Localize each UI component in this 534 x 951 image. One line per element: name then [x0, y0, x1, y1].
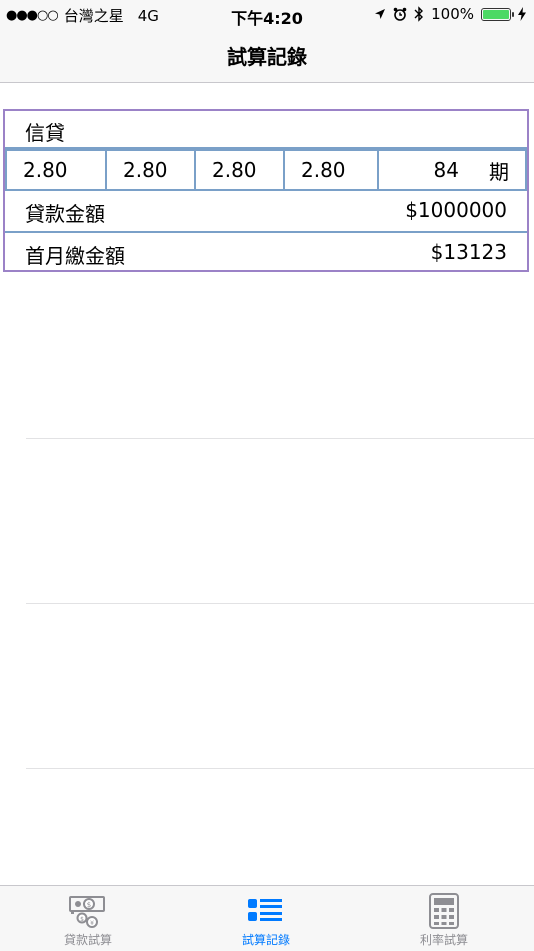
term-value: 84: [433, 158, 459, 182]
loan-amount-label: 貸款金額: [25, 202, 105, 226]
location-arrow-icon: [375, 9, 386, 19]
svg-text:$: $: [80, 916, 84, 923]
list-icon: [248, 899, 282, 921]
calculation-record-card[interactable]: 信貸 2.80 2.80 2.80 2.80 84 期 貸款金額 $100000…: [3, 109, 529, 272]
first-payment-label: 首月繳金額: [25, 244, 125, 268]
bluetooth-icon: [414, 6, 424, 22]
alarm-clock-icon: [393, 7, 407, 21]
rate-cell-4: 2.80: [283, 149, 379, 191]
term-unit: 期: [489, 159, 509, 184]
table-separator: [26, 438, 534, 439]
battery-icon: [481, 7, 514, 21]
loan-type-label: 信貸: [25, 121, 65, 145]
term-cell: 84 期: [377, 149, 527, 191]
money-icon: $ $ ¥: [69, 896, 105, 928]
loan-type-row: 信貸: [5, 111, 527, 149]
charging-bolt-icon: [518, 7, 526, 21]
svg-text:$: $: [87, 901, 91, 909]
rate-cell-3: 2.80: [194, 149, 285, 191]
rate-cell-2: 2.80: [105, 149, 196, 191]
first-payment-row: 首月繳金額 $13123: [5, 233, 527, 270]
svg-text:¥: ¥: [90, 920, 94, 927]
rates-row: 2.80 2.80 2.80 2.80 84 期: [5, 149, 527, 191]
tab-label: 貸款試算: [63, 933, 112, 947]
loan-amount-row: 貸款金額 $1000000: [5, 191, 527, 233]
tab-calculation-records[interactable]: 試算記錄: [186, 886, 346, 951]
battery-percentage: 100%: [431, 5, 474, 23]
tab-label: 利率試算: [419, 933, 468, 947]
tab-rate-calculation[interactable]: 利率試算: [364, 886, 524, 951]
loan-amount-value: $1000000: [405, 198, 507, 222]
table-separator: [26, 768, 534, 769]
tab-label: 試算記錄: [241, 933, 290, 947]
rate-cell-1: 2.80: [5, 149, 107, 191]
tab-loan-calculation[interactable]: $ $ ¥ 貸款試算: [8, 886, 168, 951]
navigation-bar: 試算記錄: [0, 28, 534, 83]
table-separator: [26, 603, 534, 604]
status-bar: ●●●○○ 台灣之星 4G 下午4:20 100%: [0, 0, 534, 28]
calculator-icon: [429, 893, 459, 929]
page-title: 試算記錄: [227, 44, 307, 69]
tab-bar: $ $ ¥ 貸款試算 試算記錄 利率試算: [0, 885, 534, 951]
first-payment-value: $13123: [430, 240, 507, 264]
